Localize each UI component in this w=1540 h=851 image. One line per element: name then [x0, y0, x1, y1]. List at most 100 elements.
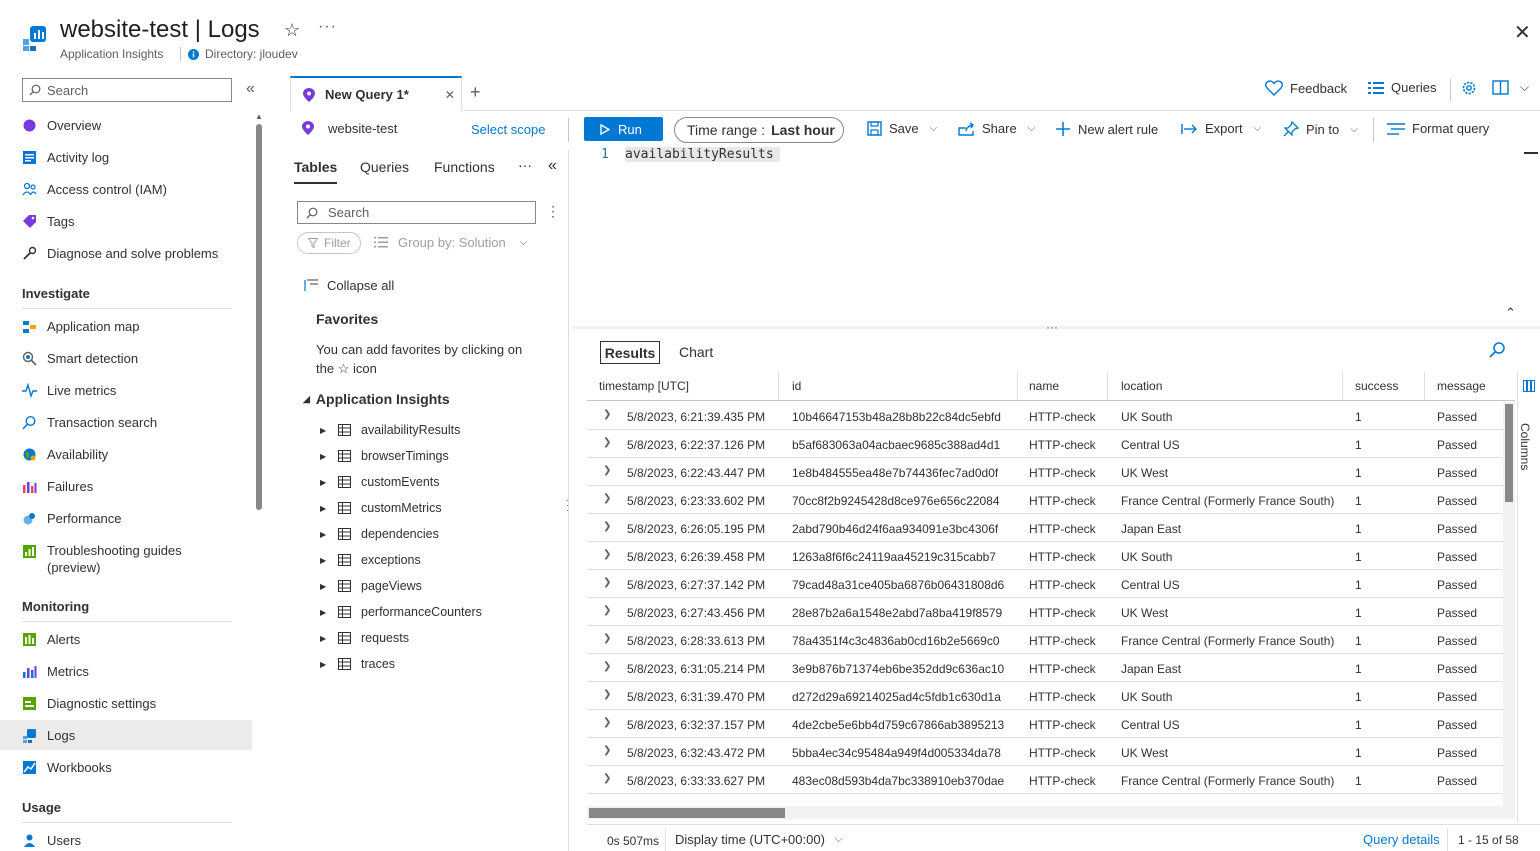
schema-search-input[interactable]: Search — [297, 201, 536, 224]
table-row[interactable]: ❯ 5/8/2023, 6:32:37.157 PM 4de2cbe5e6bb4d7… — [587, 710, 1503, 738]
table-item[interactable]: ▶ performanceCounters — [320, 605, 482, 619]
export-button[interactable]: Export ⌵ — [1181, 121, 1261, 136]
caret-right-icon[interactable]: ▶ — [320, 660, 328, 669]
resize-grip-icon[interactable]: ··· — [1046, 320, 1058, 334]
tab-new-query[interactable]: New Query 1* ✕ — [290, 76, 462, 111]
expand-row-icon[interactable]: ❯ — [603, 745, 611, 756]
tab-chart[interactable]: Chart — [679, 344, 713, 360]
queries-button[interactable]: Queries — [1368, 80, 1437, 95]
column-header-message[interactable]: message — [1425, 372, 1515, 400]
favorite-star-icon[interactable]: ☆ — [284, 20, 300, 41]
sidebar-item-live-metrics[interactable]: Live metrics — [22, 383, 116, 398]
sidebar-item-overview[interactable]: Overview — [22, 118, 101, 133]
table-row[interactable]: ❯ 5/8/2023, 6:32:43.472 PM 5bba4ec34c95484… — [587, 738, 1503, 766]
pin-to-button[interactable]: Pin to ⌵ — [1283, 121, 1358, 137]
expand-row-icon[interactable]: ❯ — [603, 773, 611, 784]
expand-row-icon[interactable]: ❯ — [603, 549, 611, 560]
caret-right-icon[interactable]: ▶ — [320, 556, 328, 565]
sidebar-item-metrics[interactable]: Metrics — [22, 664, 89, 679]
sidebar-item-diagnose[interactable]: Diagnose and solve problems — [22, 246, 218, 261]
run-button[interactable]: Run — [584, 117, 663, 141]
sidebar-item-users[interactable]: Users — [22, 833, 81, 848]
sidebar-item-tags[interactable]: Tags — [22, 214, 74, 229]
tab-functions[interactable]: Functions — [434, 159, 495, 175]
expand-row-icon[interactable]: ❯ — [603, 605, 611, 616]
sidebar-item-performance[interactable]: Performance — [22, 511, 121, 526]
table-row[interactable]: ❯ 5/8/2023, 6:23:33.602 PM 70cc8f2b9245428… — [587, 486, 1503, 514]
expand-row-icon[interactable]: ❯ — [603, 493, 611, 504]
results-vertical-scroll-thumb[interactable] — [1505, 404, 1513, 502]
expand-row-icon[interactable]: ❯ — [603, 577, 611, 588]
sidebar-item-workbooks[interactable]: Workbooks — [22, 760, 112, 775]
sidebar-item-availability[interactable]: Availability — [22, 447, 108, 462]
display-time-dropdown[interactable]: Display time (UTC+00:00) ⌵ — [675, 832, 843, 847]
share-button[interactable]: Share ⌵ — [958, 121, 1035, 136]
table-item[interactable]: ▶ browserTimings — [320, 449, 449, 463]
query-editor[interactable]: availabilityResults — [625, 147, 780, 162]
collapse-nav-icon[interactable]: « — [246, 80, 255, 98]
expand-row-icon[interactable]: ❯ — [603, 409, 611, 420]
expand-row-icon[interactable]: ❯ — [603, 661, 611, 672]
sidebar-item-diagnostic-settings[interactable]: Diagnostic settings — [22, 696, 156, 711]
sidebar-item-smart-detection[interactable]: Smart detection — [22, 351, 138, 366]
table-row[interactable]: ❯ 5/8/2023, 6:31:05.214 PM 3e9b876b71374eb… — [587, 654, 1503, 682]
sidebar-item-failures[interactable]: Failures — [22, 479, 93, 494]
table-row[interactable]: ❯ 5/8/2023, 6:27:43.456 PM 28e87b2a6a1548e… — [587, 598, 1503, 626]
sidebar-item-activity-log[interactable]: Activity log — [22, 150, 109, 165]
schema-options-icon[interactable]: ⋮ — [546, 203, 560, 220]
results-horizontal-scroll-thumb[interactable] — [589, 808, 785, 818]
group-by-dropdown[interactable]: Group by: Solution ⌵ — [374, 235, 527, 250]
application-insights-group[interactable]: ◢ Application Insights — [303, 391, 450, 407]
expand-row-icon[interactable]: ❯ — [603, 465, 611, 476]
tab-tables[interactable]: Tables — [294, 159, 338, 184]
column-header-success[interactable]: success — [1343, 372, 1425, 400]
table-item[interactable]: ▶ customEvents — [320, 475, 440, 489]
caret-right-icon[interactable]: ▶ — [320, 608, 328, 617]
caret-right-icon[interactable]: ▶ — [320, 582, 328, 591]
format-query-button[interactable]: Format query — [1387, 121, 1489, 136]
caret-right-icon[interactable]: ▶ — [320, 530, 328, 539]
new-alert-rule-button[interactable]: New alert rule — [1055, 121, 1158, 137]
column-header-id[interactable]: id — [780, 372, 1018, 400]
table-row[interactable]: ❯ 5/8/2023, 6:22:37.126 PM b5af683063a04ac… — [587, 430, 1503, 458]
close-icon[interactable]: ✕ — [1514, 20, 1531, 45]
column-header-name[interactable]: name — [1017, 372, 1108, 400]
splitter-grip-icon[interactable]: · · · — [566, 496, 569, 516]
table-row[interactable]: ❯ 5/8/2023, 6:26:05.195 PM 2abd790b46d24f6… — [587, 514, 1503, 542]
table-row[interactable]: ❯ 5/8/2023, 6:27:37.142 PM 79cad48a31ce405… — [587, 570, 1503, 598]
table-row[interactable]: ❯ 5/8/2023, 6:28:33.613 PM 78a4351f4c3c483… — [587, 626, 1503, 654]
tab-queries[interactable]: Queries — [360, 159, 409, 175]
table-row[interactable]: ❯ 5/8/2023, 6:31:39.470 PM d272d29a6921402… — [587, 682, 1503, 710]
tab-close-icon[interactable]: ✕ — [445, 88, 455, 102]
nav-search-input[interactable]: Search — [22, 78, 232, 102]
table-item[interactable]: ▶ exceptions — [320, 553, 421, 567]
query-details-link[interactable]: Query details — [1363, 832, 1440, 847]
caret-right-icon[interactable]: ▶ — [320, 452, 328, 461]
collapse-editor-icon[interactable]: ⌃ — [1505, 305, 1516, 321]
table-item[interactable]: ▶ customMetrics — [320, 501, 442, 515]
results-search-icon[interactable] — [1488, 341, 1506, 359]
time-range-picker[interactable]: Time range : Last hour — [674, 117, 844, 143]
caret-right-icon[interactable]: ▶ — [320, 426, 328, 435]
caret-right-icon[interactable]: ▶ — [320, 634, 328, 643]
table-item[interactable]: ▶ dependencies — [320, 527, 439, 541]
sidebar-item-access-control[interactable]: Access control (IAM) — [22, 182, 167, 197]
settings-button[interactable] — [1461, 80, 1477, 96]
columns-icon[interactable] — [1523, 380, 1535, 392]
filter-button[interactable]: Filter — [297, 232, 361, 254]
collapse-panel-icon[interactable]: « — [548, 157, 557, 175]
more-options-icon[interactable]: ··· — [318, 18, 337, 36]
table-item[interactable]: ▶ availabilityResults — [320, 423, 460, 437]
add-tab-icon[interactable]: + — [470, 82, 481, 103]
caret-right-icon[interactable]: ▶ — [320, 504, 328, 513]
sidebar-item-application-map[interactable]: Application map — [22, 319, 140, 334]
expand-row-icon[interactable]: ❯ — [603, 633, 611, 644]
expand-row-icon[interactable]: ❯ — [603, 689, 611, 700]
sidebar-item-alerts[interactable]: Alerts — [22, 632, 80, 647]
column-header-location[interactable]: location — [1109, 372, 1343, 400]
nav-scrollbar[interactable] — [256, 124, 262, 510]
table-row[interactable]: ❯ 5/8/2023, 6:26:39.458 PM 1263a8f6f6c2411… — [587, 542, 1503, 570]
tab-results[interactable]: Results — [600, 341, 660, 364]
table-row[interactable]: ❯ 5/8/2023, 6:21:39.435 PM 10b46647153b48a… — [587, 402, 1503, 430]
expand-row-icon[interactable]: ❯ — [603, 521, 611, 532]
